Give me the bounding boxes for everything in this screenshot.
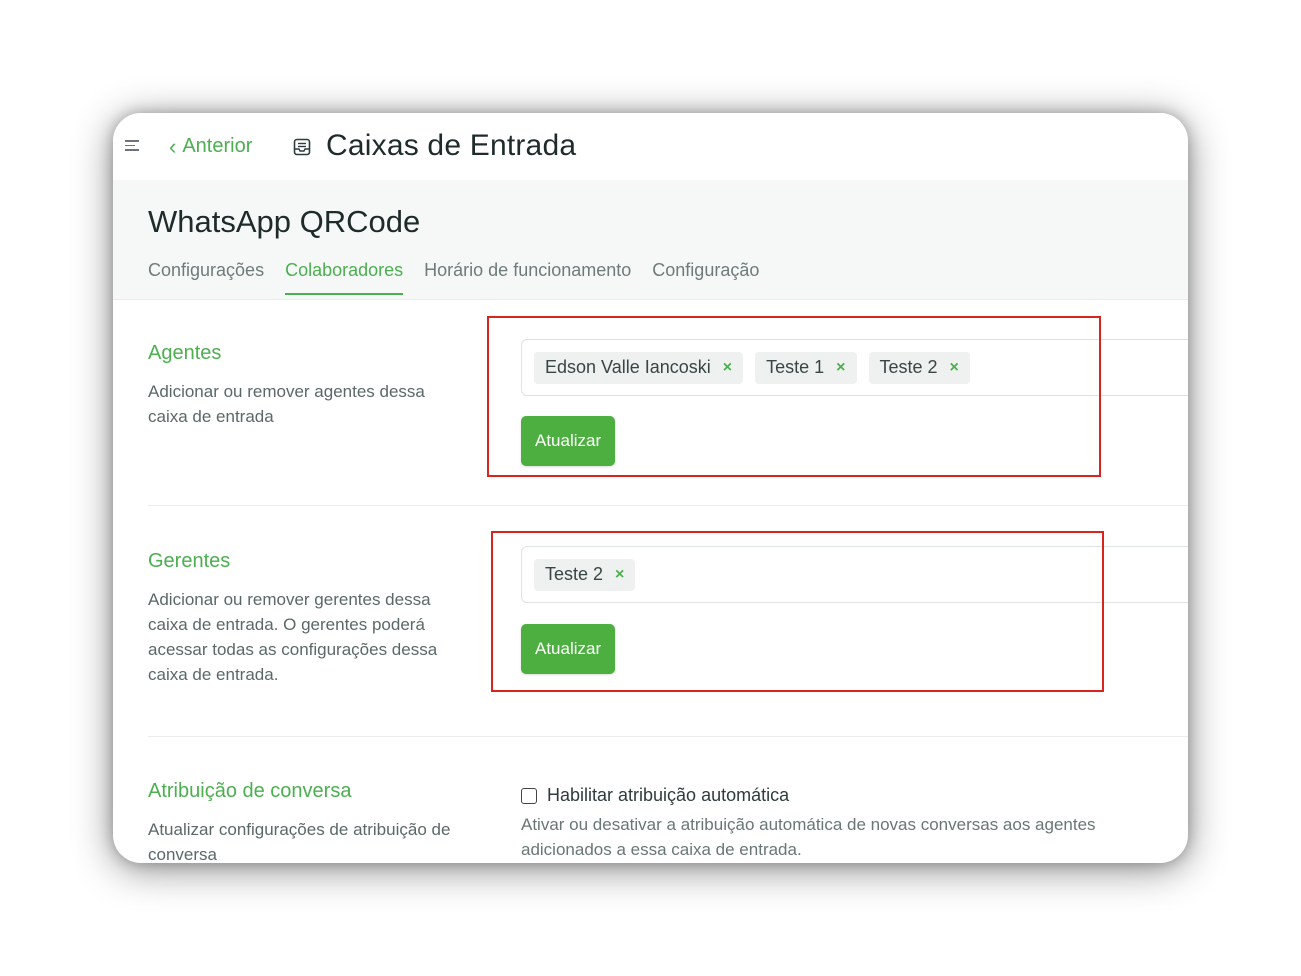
inbox-name: WhatsApp QRCode [148,204,421,239]
settings-tabs: Configurações Colaboradores Horário de f… [148,260,780,295]
page-title: Caixas de Entrada [326,129,577,162]
agents-section-description: Adicionar ou remover agentes dessa caixa… [148,382,425,426]
managers-section-title: Gerentes [148,550,231,572]
inbox-header: WhatsApp QRCode Configurações Colaborado… [113,180,1188,300]
agents-highlight-box [487,316,1101,477]
assignment-section-title: Atribuição de conversa [148,780,352,802]
tab-colaboradores[interactable]: Colaboradores [285,260,404,295]
section-divider [148,736,1188,737]
agents-section-title: Agentes [148,342,222,364]
chevron-left-icon: ‹ [169,133,177,159]
section-divider [148,505,1188,506]
auto-assignment-help-text: Ativar ou desativar a atribuição automát… [521,815,1096,859]
tab-horario-de-funcionamento[interactable]: Horário de funcionamento [424,260,631,295]
menu-icon[interactable] [125,140,141,152]
assignment-section-description: Atualizar configurações de atribuição de… [148,820,451,863]
auto-assignment-label[interactable]: Habilitar atribuição automática [547,785,789,806]
tab-configuracao[interactable]: Configuração [652,260,759,295]
managers-highlight-box [491,531,1104,692]
auto-assignment-checkbox[interactable] [521,787,537,804]
managers-section-description: Adicionar ou remover gerentes dessa caix… [148,590,438,684]
auto-assignment-option: Habilitar atribuição automática [521,785,789,806]
top-bar: ‹ Anterior Caixas de Entrada [113,113,1188,180]
inbox-icon [293,138,311,156]
tab-configuracoes[interactable]: Configurações [148,260,264,295]
back-button[interactable]: ‹ Anterior [169,135,252,158]
back-label: Anterior [182,135,253,157]
app-window: ‹ Anterior Caixas de Entrada WhatsApp QR… [113,113,1188,863]
